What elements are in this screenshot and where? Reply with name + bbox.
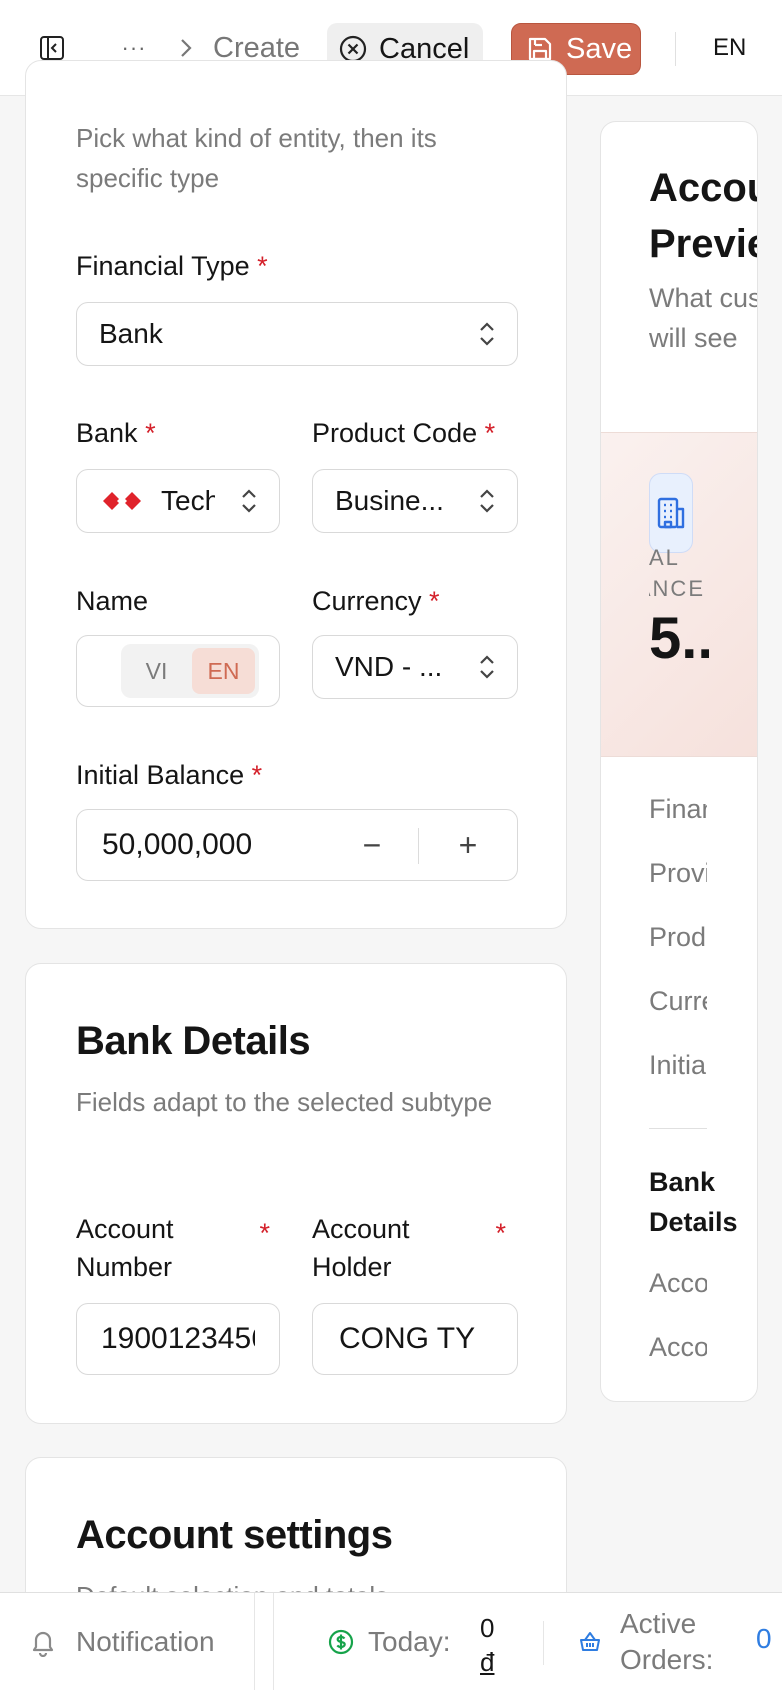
language-switcher[interactable]: EN (713, 33, 746, 63)
active-orders-value: 0 (756, 1623, 772, 1654)
account-preview-card: Account Preview What customers will see … (600, 121, 758, 1402)
notification-button[interactable]: Notification (0, 1593, 255, 1690)
preview-row-currency: Currency (649, 986, 707, 1016)
dollar-circle-icon (328, 1629, 354, 1655)
close-circle-icon (339, 35, 367, 63)
account-holder-input[interactable]: CONG TY (312, 1303, 518, 1375)
type-card: Pick what kind of entity, then its speci… (25, 60, 567, 929)
bank-details-card: Bank Details Fields adapt to the selecte… (25, 963, 567, 1424)
divider (675, 32, 676, 66)
chevron-up-down-icon (242, 489, 256, 513)
chevron-up-down-icon (480, 489, 494, 513)
balance-caption-line2: ANCE (649, 576, 705, 601)
decrement-button[interactable]: − (347, 822, 397, 868)
account-holder-value: CONG TY (339, 1322, 476, 1355)
initial-balance-input[interactable]: 50,000,000 − + (76, 809, 518, 881)
divider (543, 1621, 544, 1665)
basket-icon (580, 1632, 600, 1651)
preview-row-financial-type: Financial Type (649, 794, 707, 824)
increment-button[interactable]: + (443, 822, 493, 868)
bank-label: Bank * (76, 418, 156, 448)
techcombank-logo-icon (103, 492, 141, 510)
preview-row-account-holder: Account Holder (649, 1332, 707, 1362)
product-code-select[interactable]: Busine... (312, 469, 518, 533)
bottom-status-bar: Notification Today: 0 đ Active Orders: 0 (0, 1592, 782, 1690)
financial-type-value: Bank (99, 318, 163, 349)
bank-details-subtitle: Fields adapt to the selected subtype (76, 1087, 493, 1117)
currency-label: Currency * (312, 586, 440, 616)
lang-option-en[interactable]: EN (192, 648, 255, 694)
preview-balance-hero: AL ANCE 5... (601, 432, 757, 757)
initial-balance-label: Initial Balance * (76, 760, 263, 790)
preview-row-provider: Provider (649, 858, 707, 888)
preview-row-account-number: Account Number (649, 1268, 707, 1298)
preview-row-product: Product (649, 922, 707, 952)
name-label: Name (76, 586, 149, 616)
today-label: Today: (368, 1626, 451, 1657)
currency-value: VND - ... (335, 651, 443, 682)
preview-subtitle: What customers will see (649, 283, 757, 353)
active-orders[interactable]: Active Orders: (578, 1607, 720, 1677)
active-orders-label: Active Orders: (620, 1608, 714, 1675)
stepper-divider (418, 828, 419, 864)
initial-balance-value: 50,000,000 (102, 828, 253, 861)
name-input[interactable]: VI EN (76, 635, 280, 707)
notification-label: Notification (76, 1626, 215, 1657)
preview-bank-details-title: Bank Details (649, 1167, 738, 1237)
bank-value: Techcombank (161, 485, 215, 516)
account-holder-label: Account Holder * (312, 1214, 506, 1282)
chevron-up-down-icon (480, 655, 494, 679)
product-code-value: Busine... (335, 485, 444, 516)
bell-icon (32, 1631, 54, 1657)
financial-type-label: Financial Type * (76, 251, 268, 281)
financial-type-select[interactable]: Bank (76, 302, 518, 366)
today-revenue: Today: (328, 1593, 451, 1690)
save-icon (528, 37, 552, 61)
product-code-label: Product Code * (312, 418, 496, 448)
type-card-subtitle: Pick what kind of entity, then its speci… (76, 123, 437, 193)
divider (273, 1593, 274, 1690)
building-icon (649, 473, 693, 553)
preview-divider (649, 1128, 707, 1129)
name-language-toggle: VI EN (121, 644, 259, 698)
balance-caption-line1: AL (649, 545, 680, 570)
chevron-up-down-icon (480, 322, 494, 346)
lang-option-vi[interactable]: VI (125, 648, 188, 694)
account-number-label: Account Number * (76, 1214, 270, 1282)
bank-select[interactable]: Techcombank (76, 469, 280, 533)
save-label: Save (566, 32, 633, 65)
currency-select[interactable]: VND - ... (312, 635, 518, 699)
preview-title: Account Preview (649, 166, 757, 266)
bank-details-title: Bank Details (76, 1019, 311, 1063)
account-settings-title: Account settings (76, 1513, 393, 1557)
today-value: 0 đ (480, 1613, 495, 1677)
account-number-value: 1900123456789 (101, 1322, 255, 1355)
balance-value: 5... (649, 606, 709, 671)
preview-row-initial-balance: Initial Balance (649, 1050, 707, 1080)
account-number-input[interactable]: 1900123456789 (76, 1303, 280, 1375)
